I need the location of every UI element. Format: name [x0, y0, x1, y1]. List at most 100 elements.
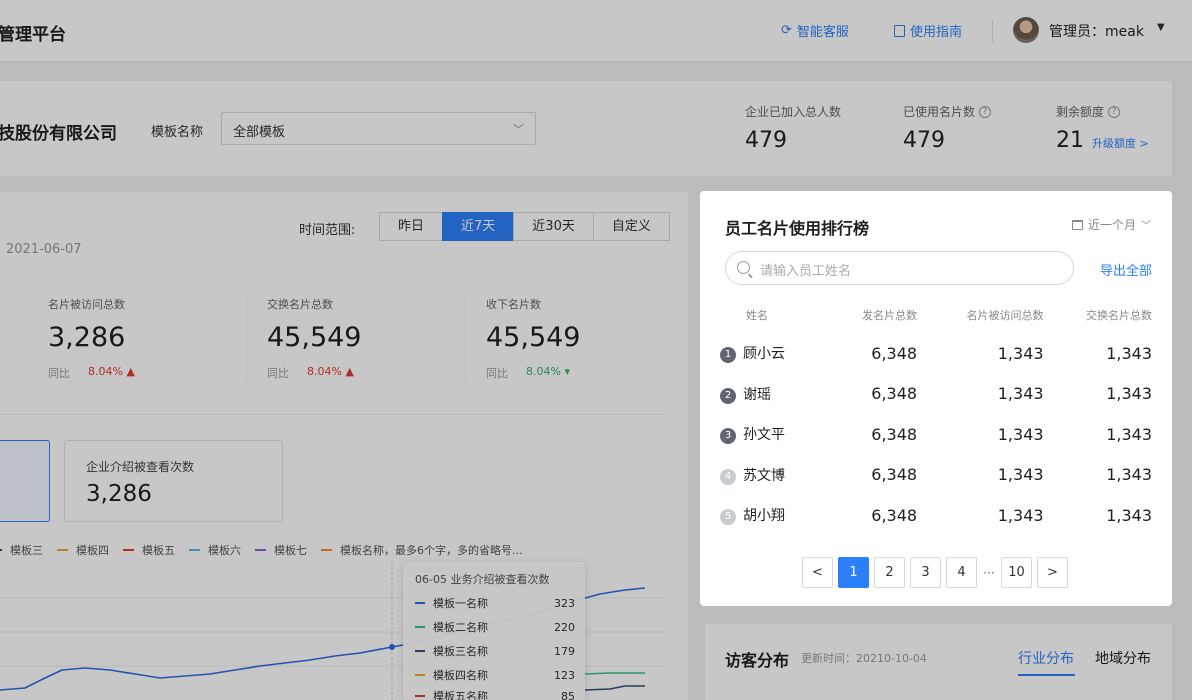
employee-ranking-panel: 员工名片使用排行榜 近一个月 ﹀ 请输入员工姓名 导出全部 姓名 发名片总数 名…: [700, 191, 1172, 606]
tooltip-label: 模板一名称: [433, 597, 488, 610]
employee-name: 孙文平: [743, 427, 785, 444]
sent-count: 6,348: [871, 384, 918, 404]
page-10[interactable]: 10: [1001, 557, 1032, 588]
table-row[interactable]: 5 胡小翔 6,348 1,343 1,343: [720, 495, 1152, 536]
visited-count: 1,343: [997, 465, 1044, 485]
page-4[interactable]: 4: [946, 557, 977, 588]
table-row[interactable]: 2 谢瑶 6,348 1,343 1,343: [720, 374, 1152, 415]
metric-received: 收下名片数 45,549 同比 8.04% ▾: [486, 296, 580, 381]
tab-industry[interactable]: 行业分布: [1018, 648, 1074, 668]
template-select-value: 全部模板: [233, 125, 286, 140]
exchanged-count: 1,343: [1106, 343, 1152, 363]
range-30days[interactable]: 近30天: [513, 212, 594, 241]
upgrade-link[interactable]: 升级额度 >: [1092, 135, 1149, 151]
range-yesterday[interactable]: 昨日: [379, 212, 444, 241]
legend-item[interactable]: 模板名称，最多6个字，多的省略号...: [321, 542, 523, 558]
legend-swatch: [189, 549, 200, 551]
employee-name: 苏文博: [743, 467, 785, 484]
legend-swatch: [57, 549, 68, 551]
legend-label: 模板六: [208, 544, 241, 557]
stat-joined: 企业已加入总人数 479: [745, 103, 841, 153]
metric-card-selected[interactable]: [0, 440, 50, 522]
caret-down-icon[interactable]: ▼: [1157, 22, 1165, 33]
stat-used: 已使用名片数? 479: [903, 103, 992, 153]
tooltip-value: 123: [554, 668, 575, 682]
period-value: 近一个月: [1087, 218, 1136, 232]
user-guide-link[interactable]: 使用指南: [894, 21, 962, 40]
tooltip-label: 模板三名称: [433, 645, 488, 658]
employee-search-input[interactable]: 请输入员工姓名: [725, 251, 1074, 285]
visitor-updated: 更新时间：20210-10-04: [801, 652, 927, 665]
divider: [992, 20, 993, 42]
admin-name[interactable]: 管理员：meak: [1049, 21, 1144, 41]
template-label: 模板名称: [151, 125, 204, 140]
smart-service-link[interactable]: ⟳ 智能客服: [781, 21, 849, 40]
table-row[interactable]: 1 顾小云 6,348 1,343 1,343: [720, 333, 1152, 374]
col-visited[interactable]: 名片被访问总数: [917, 297, 1044, 333]
tab-region[interactable]: 地域分布: [1095, 648, 1151, 668]
top-bar: 管理平台 ⟳ 智能客服 使用指南 管理员：meak ▼: [0, 0, 1192, 62]
range-7days[interactable]: 近7天: [442, 212, 515, 241]
chart-legend: 模板三 模板四 模板五 模板六 模板七 模板名称，最多6个字，多的省略号...: [0, 542, 523, 558]
overview-panel: 时间范围: 昨日 近7天 近30天 自定义 2021-06-07 名片被访问总数…: [0, 192, 688, 700]
metric-visited: 名片被访问总数 3,286 同比 8.04% ▲: [48, 296, 135, 381]
rank-badge: 1: [720, 347, 736, 364]
stat-joined-label: 企业已加入总人数: [745, 105, 842, 119]
headset-icon: ⟳: [781, 23, 792, 38]
divider: [246, 296, 247, 382]
help-icon[interactable]: ?: [979, 105, 992, 118]
avatar[interactable]: [1013, 17, 1039, 43]
tooltip-swatch: [415, 674, 425, 676]
col-exchanged[interactable]: 交换名片总数: [1044, 297, 1152, 333]
company-bar: 技股份有限公司 模板名称 全部模板 ﹀ 企业已加入总人数 479 已使用名片数?…: [0, 81, 1172, 176]
tooltip-title: 06-05 业务介绍被查看次数: [415, 573, 550, 586]
page-3[interactable]: 3: [910, 557, 941, 588]
smart-service-label: 智能客服: [796, 25, 849, 40]
page-1[interactable]: 1: [838, 557, 869, 588]
legend-item[interactable]: 模板七: [255, 542, 307, 558]
metric-label: 名片被访问总数: [48, 298, 125, 311]
legend-swatch: [255, 549, 266, 551]
legend-label: 模板五: [142, 544, 175, 557]
range-custom[interactable]: 自定义: [592, 212, 670, 241]
pagination-ellipsis[interactable]: ···: [982, 566, 996, 580]
tab-active-indicator: [1018, 674, 1075, 676]
stat-used-value: 479: [903, 128, 945, 153]
col-sent[interactable]: 发名片总数: [827, 297, 917, 333]
chevron-down-icon: ﹀: [1141, 221, 1151, 232]
next-page-button[interactable]: >: [1037, 557, 1068, 588]
prev-page-button[interactable]: <: [802, 557, 833, 588]
page-2[interactable]: 2: [874, 557, 905, 588]
series-line-template3: [584, 685, 645, 691]
metric-exchanged: 交换名片总数 45,549 同比 8.04% ▲: [267, 296, 361, 381]
table-row[interactable]: 4 苏文博 6,348 1,343 1,343: [720, 455, 1152, 496]
rank-badge: 2: [720, 387, 736, 404]
metric-compare-label: 同比: [267, 367, 289, 380]
metric-card-company-intro[interactable]: 企业介绍被查看次数 3,286: [64, 440, 283, 522]
tooltip-value: 220: [554, 620, 575, 634]
export-all-button[interactable]: 导出全部: [1100, 260, 1152, 279]
company-name: 技股份有限公司: [0, 124, 117, 144]
legend-item[interactable]: 模板五: [123, 542, 175, 558]
exchanged-count: 1,343: [1106, 424, 1152, 444]
tooltip-row: 模板一名称 323: [415, 595, 575, 611]
help-icon[interactable]: ?: [1108, 105, 1121, 118]
card-value: 3,286: [86, 481, 152, 507]
tooltip-value: 323: [554, 596, 575, 610]
ranking-table: 姓名 发名片总数 名片被访问总数 交换名片总数 1 顾小云 6,348 1,343…: [720, 297, 1152, 536]
sent-count: 6,348: [871, 424, 918, 444]
legend-item[interactable]: 模板四: [57, 542, 109, 558]
visited-count: 1,343: [997, 384, 1044, 404]
legend-item[interactable]: 模板三: [0, 542, 43, 558]
period-select[interactable]: 近一个月 ﹀: [1071, 216, 1151, 233]
table-row[interactable]: 3 孙文平 6,348 1,343 1,343: [720, 414, 1152, 455]
divider: [0, 414, 664, 415]
template-select[interactable]: 全部模板 ﹀: [221, 112, 536, 145]
visited-count: 1,343: [997, 424, 1044, 444]
metric-compare-label: 同比: [48, 367, 70, 380]
stat-joined-value: 479: [745, 128, 787, 153]
col-name[interactable]: 姓名: [720, 297, 827, 333]
legend-item[interactable]: 模板六: [189, 542, 241, 558]
tooltip-value: 179: [554, 644, 575, 658]
tooltip-swatch: [415, 650, 425, 652]
